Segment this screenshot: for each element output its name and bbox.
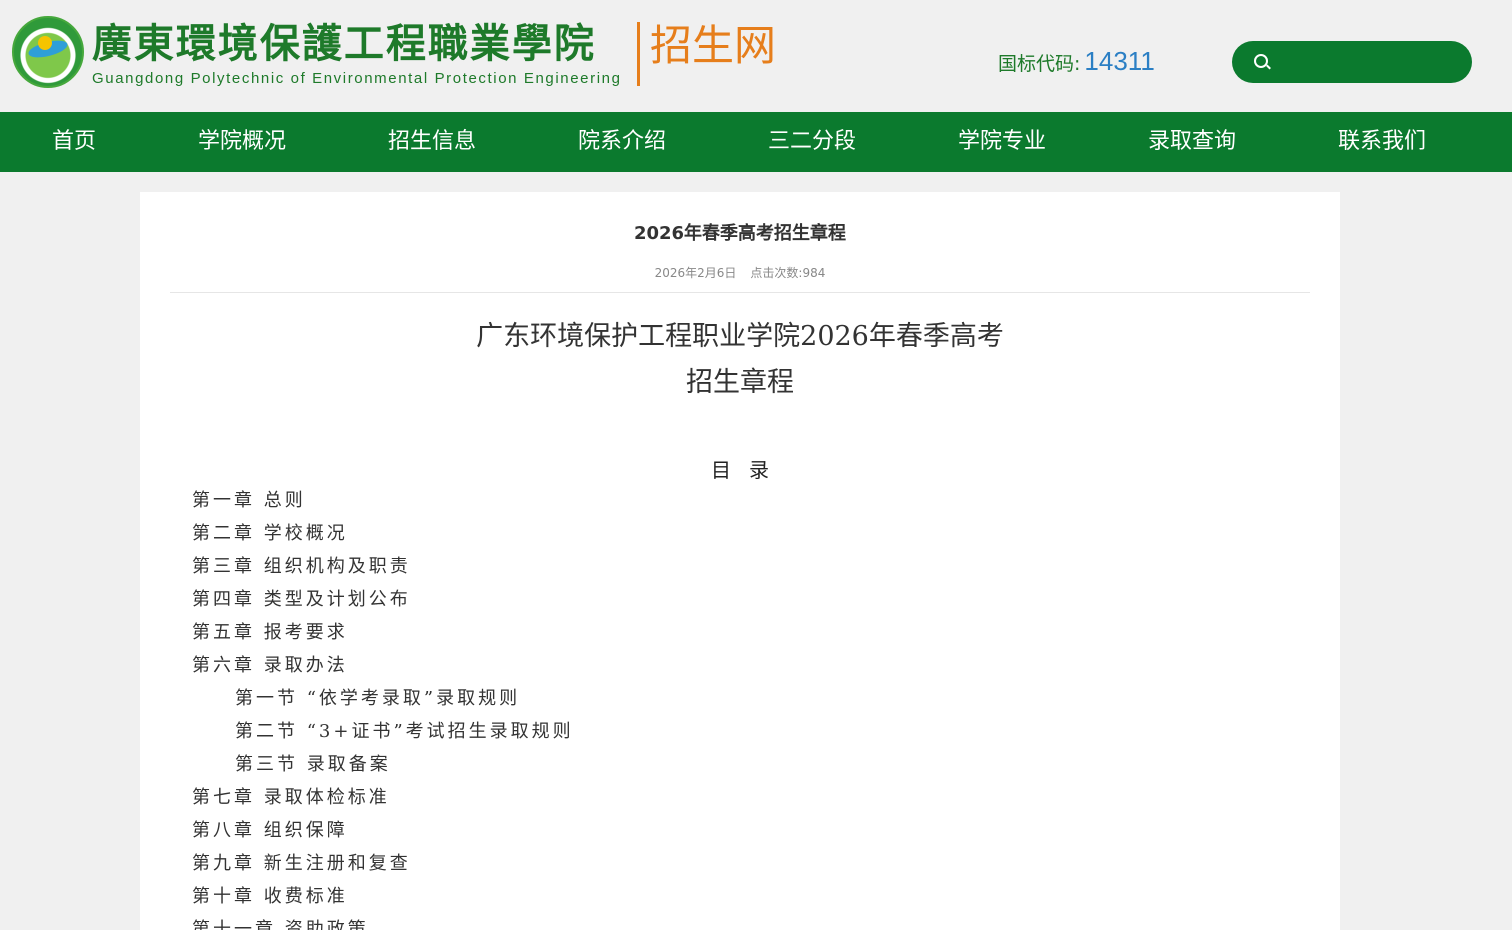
document-title-line2: 招生章程	[686, 367, 794, 398]
search-input[interactable]	[1280, 49, 1460, 75]
school-name-en: Guangdong Polytechnic of Environmental P…	[92, 70, 622, 87]
nav-item-admissions[interactable]: 招生信息	[388, 112, 476, 172]
school-name[interactable]: 廣東環境保護工程職業學院	[92, 18, 596, 70]
site-name[interactable]: 招生网	[650, 20, 776, 72]
article-views: 点击次数:984	[750, 266, 826, 280]
nav-item-results[interactable]: 录取查询	[1148, 112, 1236, 172]
nav-item-majors[interactable]: 学院专业	[958, 112, 1046, 172]
national-code-value: 14311	[1084, 46, 1155, 76]
document-title: 广东环境保护工程职业学院2026年春季高考 招生章程	[140, 314, 1340, 406]
toc-item: 第二章 学校概况	[192, 523, 348, 544]
search-box[interactable]	[1232, 41, 1472, 83]
logo-divider	[637, 22, 640, 86]
toc-subitem: 第三节 录取备案	[235, 754, 391, 775]
toc-item: 第十章 收费标准	[192, 886, 348, 907]
school-emblem-icon[interactable]	[12, 16, 84, 88]
toc-item: 第六章 录取办法	[192, 655, 348, 676]
toc-item: 第八章 组织保障	[192, 820, 348, 841]
article-title: 2026年春季高考招生章程	[633, 223, 847, 244]
national-code: 国标代码: 14311	[998, 46, 1155, 77]
table-of-contents: 第一章 总则 第二章 学校概况 第三章 组织机构及职责 第四章 类型及计划公布 …	[192, 484, 1292, 930]
document-title-line1: 广东环境保护工程职业学院2026年春季高考	[476, 321, 1004, 352]
nav-item-three-two[interactable]: 三二分段	[768, 112, 856, 172]
main-nav: 首页 学院概况 招生信息 院系介绍 三二分段 学院专业 录取查询 联系我们	[0, 112, 1512, 172]
article-date: 2026年2月6日	[654, 266, 737, 280]
nav-item-departments[interactable]: 院系介绍	[578, 112, 666, 172]
national-code-label: 国标代码:	[998, 53, 1081, 75]
toc-item: 第十一章 资助政策	[192, 919, 369, 930]
toc-item: 第三章 组织机构及职责	[192, 556, 411, 577]
toc-subitem: 第二节 “3+证书”考试招生录取规则	[235, 721, 574, 742]
nav-item-contact[interactable]: 联系我们	[1338, 112, 1426, 172]
toc-item: 第七章 录取体检标准	[192, 787, 390, 808]
article-panel: 2026年春季高考招生章程 2026年2月6日 点击次数:984 广东环境保护工程…	[140, 192, 1340, 930]
toc-item: 第九章 新生注册和复查	[192, 853, 411, 874]
toc-item: 第四章 类型及计划公布	[192, 589, 411, 610]
toc-heading: 目录	[711, 458, 787, 482]
article-meta: 2026年2月6日 点击次数:984	[140, 264, 1340, 281]
nav-item-about[interactable]: 学院概况	[198, 112, 286, 172]
toc-item: 第一章 总则	[192, 490, 306, 511]
site-header: 廣東環境保護工程職業學院 Guangdong Polytechnic of En…	[0, 0, 1512, 112]
toc-item: 第五章 报考要求	[192, 622, 348, 643]
divider	[170, 292, 1310, 293]
toc-subitem: 第一节 “依学考录取”录取规则	[235, 688, 521, 709]
nav-item-home[interactable]: 首页	[52, 112, 96, 172]
search-icon[interactable]	[1254, 54, 1268, 68]
